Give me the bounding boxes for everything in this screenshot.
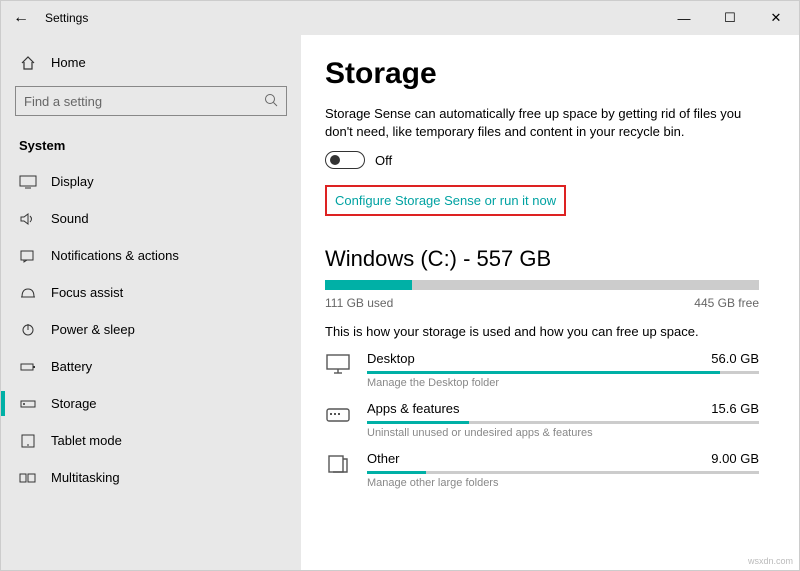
sidebar-item-label: Focus assist: [51, 285, 123, 300]
storage-icon: [19, 397, 37, 411]
category-size: 9.00 GB: [711, 451, 759, 466]
sidebar-item-label: Battery: [51, 359, 92, 374]
maximize-button[interactable]: ☐: [707, 1, 753, 35]
sidebar-item-focus[interactable]: Focus assist: [1, 274, 301, 311]
sidebar-section-head: System: [1, 130, 301, 163]
sidebar-item-battery[interactable]: Battery: [1, 348, 301, 385]
sidebar-item-storage[interactable]: Storage: [1, 385, 301, 422]
search-icon: [264, 93, 278, 110]
category-sub: Uninstall unused or undesired apps & fea…: [367, 427, 759, 439]
home-icon: [19, 56, 37, 70]
category-desktop[interactable]: Desktop 56.0 GB Manage the Desktop folder: [325, 351, 759, 389]
sidebar-home[interactable]: Home: [1, 47, 301, 78]
sidebar-item-label: Display: [51, 174, 94, 189]
category-other[interactable]: Other 9.00 GB Manage other large folders: [325, 451, 759, 489]
tablet-icon: [19, 434, 37, 448]
minimize-button[interactable]: —: [661, 1, 707, 35]
sidebar-item-sound[interactable]: Sound: [1, 200, 301, 237]
power-icon: [19, 323, 37, 337]
search-placeholder: Find a setting: [24, 94, 102, 109]
drive-heading: Windows (C:) - 557 GB: [325, 246, 759, 272]
search-input[interactable]: Find a setting: [15, 86, 287, 116]
sidebar-item-label: Multitasking: [51, 470, 120, 485]
configure-storage-sense-link[interactable]: Configure Storage Sense or run it now: [325, 185, 566, 216]
focus-icon: [19, 286, 37, 300]
drive-free-label: 445 GB free: [694, 296, 759, 310]
category-size: 15.6 GB: [711, 401, 759, 416]
close-button[interactable]: ✕: [753, 1, 799, 35]
storage-sense-toggle[interactable]: [325, 151, 365, 169]
category-sub: Manage the Desktop folder: [367, 377, 759, 389]
category-name: Desktop: [367, 351, 415, 366]
notifications-icon: [19, 249, 37, 263]
desktop-icon: [325, 353, 353, 375]
page-title: Storage: [325, 57, 759, 91]
display-icon: [19, 175, 37, 189]
category-name: Other: [367, 451, 400, 466]
drive-used-label: 111 GB used: [325, 296, 393, 310]
back-button[interactable]: ←: [1, 9, 41, 27]
apps-icon: [325, 403, 353, 425]
sidebar-home-label: Home: [51, 55, 86, 70]
sidebar: Home Find a setting System Display Sound…: [1, 35, 301, 570]
category-sub: Manage other large folders: [367, 477, 759, 489]
category-size: 56.0 GB: [711, 351, 759, 366]
multitasking-icon: [19, 471, 37, 485]
sidebar-item-multitasking[interactable]: Multitasking: [1, 459, 301, 496]
sidebar-item-tablet[interactable]: Tablet mode: [1, 422, 301, 459]
window-title: Settings: [41, 11, 661, 25]
sidebar-item-label: Storage: [51, 396, 97, 411]
sidebar-item-power[interactable]: Power & sleep: [1, 311, 301, 348]
category-name: Apps & features: [367, 401, 460, 416]
sidebar-item-label: Sound: [51, 211, 89, 226]
watermark: wsxdn.com: [748, 556, 793, 566]
sidebar-item-label: Tablet mode: [51, 433, 122, 448]
sidebar-item-display[interactable]: Display: [1, 163, 301, 200]
category-apps[interactable]: Apps & features 15.6 GB Uninstall unused …: [325, 401, 759, 439]
other-icon: [325, 453, 353, 475]
titlebar: ← Settings — ☐ ✕: [1, 1, 799, 35]
sidebar-item-notifications[interactable]: Notifications & actions: [1, 237, 301, 274]
battery-icon: [19, 360, 37, 374]
sidebar-item-label: Notifications & actions: [51, 248, 179, 263]
toggle-state-label: Off: [375, 153, 392, 168]
breakdown-desc: This is how your storage is used and how…: [325, 324, 759, 339]
sound-icon: [19, 212, 37, 226]
main-content: Storage Storage Sense can automatically …: [301, 35, 799, 570]
sidebar-item-label: Power & sleep: [51, 322, 135, 337]
drive-usage-bar: [325, 280, 759, 290]
storage-sense-desc: Storage Sense can automatically free up …: [325, 105, 759, 141]
